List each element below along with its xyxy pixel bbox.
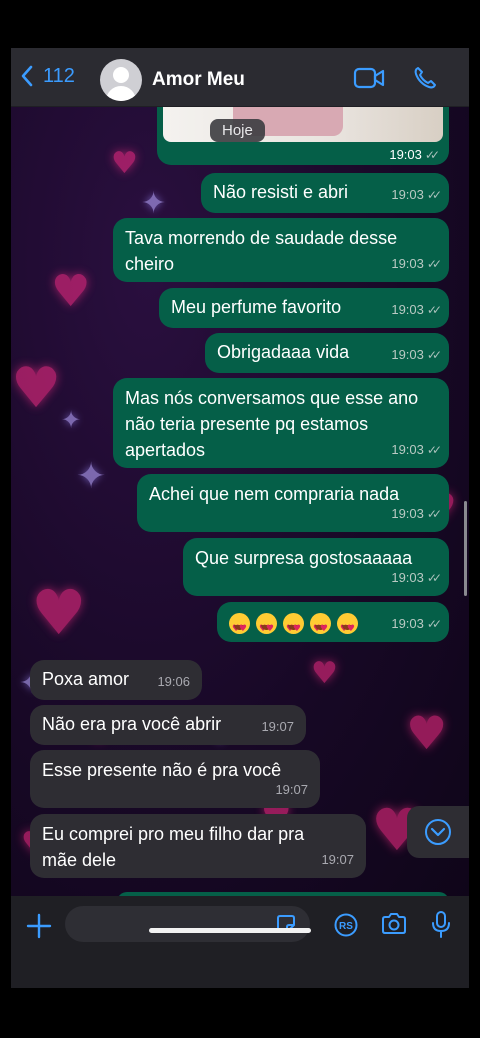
message-time: 19:03 ✓✓	[391, 506, 442, 521]
read-ticks-icon: ✓✓	[426, 257, 442, 271]
chevron-down-circle-icon	[425, 819, 451, 845]
message-text: Achei que nem compraria nada	[149, 484, 400, 504]
heart-eyes-emoji	[337, 612, 358, 642]
contact-name[interactable]: Amor Meu	[152, 69, 245, 91]
read-ticks-icon: ✓✓	[426, 303, 442, 317]
message-text: Não era pra você abrir	[42, 714, 222, 734]
message-bubble[interactable]: Obrigadaaa vida 19:03 ✓✓	[205, 333, 449, 373]
message-text: Que surpresa gostosaaaaa	[195, 548, 413, 568]
video-call-icon[interactable]	[353, 67, 385, 89]
message-text: Poxa amor	[42, 669, 130, 689]
message-time: 19:06	[157, 674, 190, 689]
message-time: 19:03 ✓✓	[391, 442, 442, 457]
message-bubble[interactable]: Meu perfume favorito 19:03 ✓✓	[159, 288, 449, 328]
heart-eyes-emoji	[256, 612, 277, 642]
heart-eyes-emoji	[310, 612, 331, 642]
back-button[interactable]: 112	[19, 64, 75, 88]
read-ticks-icon: ✓✓	[426, 443, 442, 457]
camera-icon[interactable]	[380, 912, 408, 936]
message-bubble[interactable]: 19:03✓✓	[217, 602, 449, 642]
message-time: 19:07	[275, 782, 308, 797]
message-text: Esse presente não é pra você	[42, 760, 282, 780]
read-ticks-icon: ✓✓	[426, 571, 442, 585]
message-bubble[interactable]: Não resisti e abri 19:03 ✓✓	[201, 173, 449, 213]
message-time: 19:03 ✓✓	[391, 570, 442, 585]
heart-eyes-emoji	[229, 612, 250, 642]
message-time: 19:03 ✓✓	[391, 302, 442, 317]
message-text: Tava morrendo de saudade desse cheiro	[125, 228, 398, 274]
message-text: Não resisti e abri	[213, 182, 349, 202]
heart-eyes-emoji-row	[229, 612, 364, 642]
message-time: 19:03 ✓✓	[391, 616, 442, 631]
chat-header: 112 Amor Meu	[11, 48, 469, 107]
message-time: 19:03 ✓✓	[391, 187, 442, 202]
message-text: Meu perfume favorito	[171, 297, 342, 317]
currency-rs-icon[interactable]: RS	[334, 913, 358, 937]
message-bubble[interactable]: Mas nós conversamos que esse ano não ter…	[113, 378, 449, 468]
message-bubble[interactable]: Achei que nem compraria nada 19:03 ✓✓	[137, 474, 449, 532]
message-time: 19:07	[321, 852, 354, 867]
message-text: Mas nós conversamos que esse ano não ter…	[125, 388, 419, 460]
composer-bar: RS	[11, 896, 469, 988]
chevron-left-icon	[21, 65, 33, 87]
read-ticks-icon: ✓✓	[426, 348, 442, 362]
scroll-to-bottom-button[interactable]	[407, 806, 469, 858]
message-bubble[interactable]: Não era pra você abrir 19:07	[30, 705, 306, 745]
scrollbar[interactable]	[464, 501, 467, 596]
message-time: 19:03 ✓✓	[391, 347, 442, 362]
microphone-icon[interactable]	[430, 910, 452, 940]
message-text: Obrigadaaa vida	[217, 342, 350, 362]
chat-screen: ♥ ♥ ♥ ♥ ♥ ♥ ♥ ♥ ♥ ♥ ♥ ♥ ✦ ✦ ✦ ✦ ✦ ✦ 19:0…	[11, 48, 469, 988]
phone-icon[interactable]	[413, 66, 437, 90]
read-ticks-icon: ✓✓	[424, 148, 440, 162]
message-time: 19:03 ✓✓	[391, 256, 442, 271]
read-ticks-icon: ✓✓	[426, 507, 442, 521]
avatar[interactable]	[100, 59, 142, 101]
message-bubble[interactable]: Que surpresa gostosaaaaa 19:03 ✓✓	[183, 538, 449, 596]
plus-icon[interactable]	[25, 912, 53, 940]
message-bubble[interactable]: Tava morrendo de saudade desse cheiro 19…	[113, 218, 449, 282]
svg-text:RS: RS	[339, 921, 353, 932]
message-bubble[interactable]: Poxa amor 19:06	[30, 660, 202, 700]
unread-count: 112	[43, 64, 75, 87]
read-ticks-icon: ✓✓	[426, 188, 442, 202]
date-separator: Hoje	[210, 119, 265, 142]
message-time: 19:07	[261, 719, 294, 734]
read-ticks-icon: ✓✓	[426, 617, 442, 631]
message-bubble[interactable]: Esse presente não é pra você 19:07	[30, 750, 320, 808]
message-input[interactable]	[65, 906, 310, 942]
home-indicator[interactable]	[149, 928, 311, 933]
message-bubble[interactable]: Eu comprei pro meu filho dar pra mãe del…	[30, 814, 366, 878]
message-text: Eu comprei pro meu filho dar pra mãe del…	[42, 824, 305, 870]
message-list[interactable]: 19:03 ✓✓ Hoje Não resisti e abri 19:03 ✓✓ …	[11, 86, 469, 902]
message-time: 19:03 ✓✓	[389, 147, 440, 162]
heart-eyes-emoji	[283, 612, 304, 642]
